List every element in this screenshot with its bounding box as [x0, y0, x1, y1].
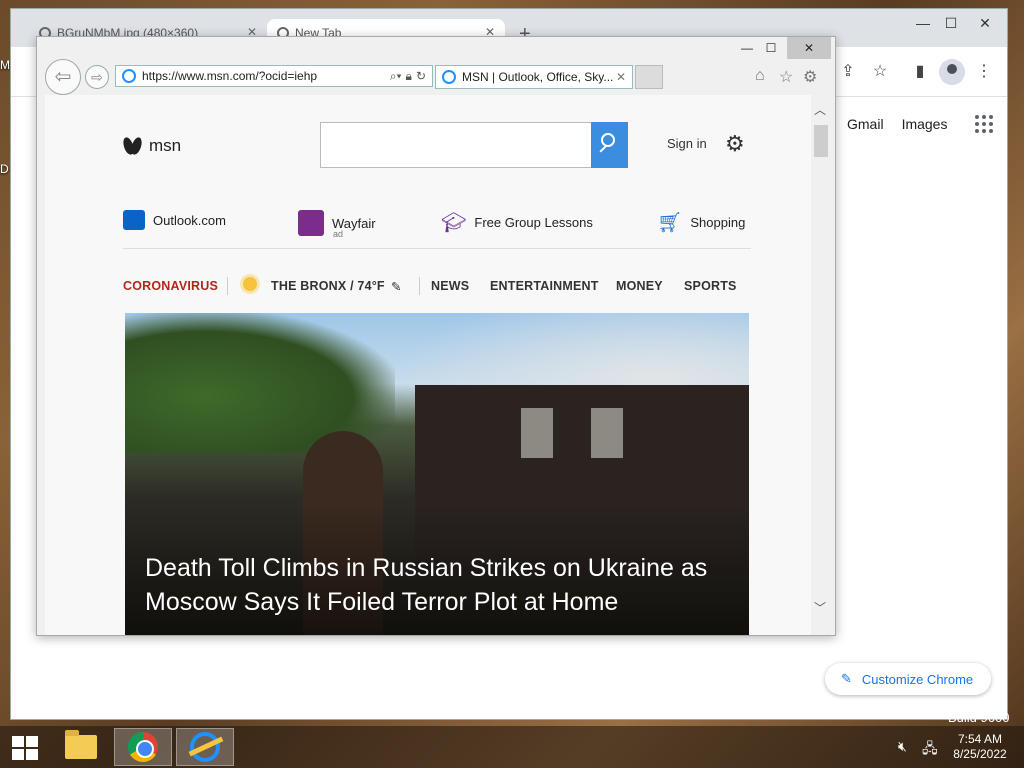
- nav-coronavirus[interactable]: CORONAVIRUS: [123, 279, 218, 293]
- network-icon[interactable]: 🖧: [922, 738, 938, 762]
- speaker-muted-icon[interactable]: 🔇︎: [898, 738, 907, 755]
- forward-arrow-icon[interactable]: ⇨: [85, 65, 109, 89]
- ie-tab-title: MSN | Outlook, Office, Sky...: [462, 70, 614, 84]
- new-tab-button[interactable]: [635, 65, 663, 89]
- ie-icon: [190, 732, 220, 762]
- scroll-up-icon[interactable]: ︿: [814, 101, 826, 118]
- side-panel-icon[interactable]: ▮: [909, 61, 931, 83]
- close-icon[interactable]: ✕: [616, 70, 626, 84]
- windows-start-icon[interactable]: [12, 736, 38, 760]
- ad-label: ad: [333, 229, 344, 239]
- search-icon[interactable]: ⌕▾: [390, 69, 402, 84]
- customize-chrome-button[interactable]: ✎ Customize Chrome: [825, 663, 991, 695]
- vertical-scrollbar[interactable]: ︿ ﹀: [811, 95, 829, 635]
- gmail-link[interactable]: Gmail: [847, 116, 884, 132]
- divider: [123, 248, 751, 249]
- ie-taskbar-button[interactable]: [176, 728, 234, 766]
- desktop-edge-text: D: [0, 162, 9, 176]
- star-icon[interactable]: ☆: [869, 61, 891, 83]
- ie-icon: [122, 69, 136, 83]
- favorites-star-icon[interactable]: ☆: [779, 67, 793, 87]
- close-button[interactable]: ✕: [787, 37, 831, 59]
- hero-headline[interactable]: Death Toll Climbs in Russian Strikes on …: [145, 551, 745, 619]
- shopping-cart-icon: 🛒︎: [657, 212, 683, 234]
- graduation-cap-icon: 🎓︎: [441, 212, 467, 234]
- search-button[interactable]: [591, 122, 628, 168]
- search-input[interactable]: [320, 122, 592, 168]
- address-bar[interactable]: https://www.msn.com/?ocid=iehp ⌕▾ 🔒︎ ↻: [115, 65, 433, 87]
- build-watermark: Build 9600: [948, 710, 1010, 725]
- ie-icon: [442, 70, 456, 84]
- nav-news[interactable]: NEWS: [431, 279, 469, 293]
- msn-page: msn Sign in ⚙ Outlook.com Wayfair ad 🎓︎ …: [45, 95, 811, 635]
- address-url: https://www.msn.com/?ocid=iehp: [142, 69, 318, 83]
- share-icon[interactable]: ⇪: [837, 61, 859, 83]
- ie-window: — ☐ ✕ ⇦ ⇨ https://www.msn.com/?ocid=iehp…: [36, 36, 836, 636]
- sign-in-link[interactable]: Sign in: [667, 136, 707, 151]
- nav-sports[interactable]: SPORTS: [684, 279, 737, 293]
- search-icon: [601, 133, 615, 147]
- msn-logo[interactable]: msn: [123, 135, 181, 157]
- scroll-thumb[interactable]: [814, 125, 828, 157]
- nav-weather[interactable]: THE BRONX / 74°F: [271, 279, 385, 293]
- ie-tab-msn[interactable]: MSN | Outlook, Office, Sky... ✕: [435, 65, 633, 89]
- back-arrow-icon[interactable]: ⇦: [45, 59, 81, 95]
- google-links: Gmail Images: [847, 115, 994, 133]
- scroll-down-icon[interactable]: ﹀: [814, 599, 826, 616]
- home-icon[interactable]: ⌂: [755, 67, 765, 85]
- pencil-icon: ✎: [841, 671, 852, 686]
- folder-icon: [65, 730, 97, 759]
- profile-avatar[interactable]: [939, 59, 965, 85]
- chrome-taskbar-button[interactable]: [114, 728, 172, 766]
- settings-gear-icon[interactable]: ⚙: [725, 131, 745, 157]
- nav-separator: [227, 277, 228, 295]
- nav-money[interactable]: MONEY: [616, 279, 663, 293]
- chrome-icon: [128, 732, 158, 762]
- quicklink-wayfair[interactable]: Wayfair ad: [298, 210, 376, 239]
- nav-entertainment[interactable]: ENTERTAINMENT: [490, 279, 599, 293]
- maximize-button[interactable]: ☐: [757, 37, 785, 59]
- taskbar: 🔇︎ 🖧 7:54 AM 8/25/2022: [0, 726, 1024, 768]
- file-explorer-button[interactable]: [52, 728, 110, 766]
- close-button[interactable]: ✕: [963, 9, 1007, 37]
- sun-icon: [243, 277, 257, 291]
- customize-chrome-label: Customize Chrome: [861, 671, 974, 687]
- quicklink-shopping[interactable]: 🛒︎ Shopping: [657, 210, 745, 235]
- gear-icon[interactable]: ⚙: [803, 67, 817, 87]
- pencil-icon[interactable]: ✎: [391, 279, 402, 294]
- clock-date: 8/25/2022: [953, 747, 1007, 761]
- ie-nav-buttons: ⇦ ⇨: [45, 59, 109, 95]
- lock-icon[interactable]: 🔒︎: [406, 69, 412, 84]
- outlook-icon: [123, 210, 145, 230]
- wayfair-icon: [298, 210, 324, 236]
- kebab-menu-icon[interactable]: ⋮: [973, 61, 995, 83]
- apps-grid-icon[interactable]: [975, 115, 994, 133]
- quicklink-free-group-lessons[interactable]: 🎓︎ Free Group Lessons: [441, 210, 593, 235]
- msn-logo-text: msn: [149, 136, 182, 155]
- clock-time: 7:54 AM: [957, 732, 1003, 746]
- images-link[interactable]: Images: [902, 116, 948, 132]
- desktop-edge-text: M: [0, 58, 10, 72]
- quicklink-outlook[interactable]: Outlook.com: [123, 210, 226, 230]
- refresh-icon[interactable]: ↻: [416, 69, 426, 83]
- msn-butterfly-icon: [123, 135, 143, 157]
- system-clock[interactable]: 7:54 AM 8/25/2022: [950, 732, 1010, 762]
- nav-separator: [419, 277, 420, 295]
